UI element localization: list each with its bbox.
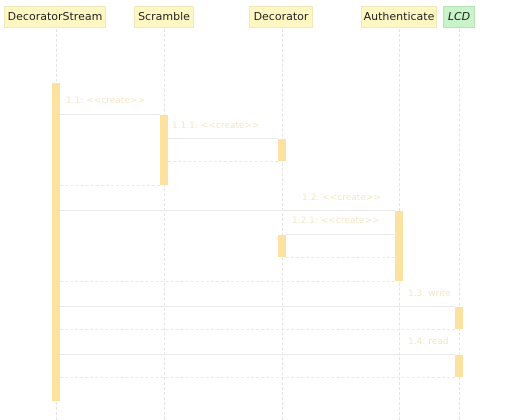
message-arrow: [60, 306, 455, 307]
activation-lcd-2: [455, 355, 463, 377]
participant-decoratorstream[interactable]: DecoratorStream: [4, 6, 106, 28]
message-label: 1.1: <<create>>: [66, 96, 145, 106]
message-arrow: [286, 234, 395, 235]
participant-decorator[interactable]: Decorator: [249, 6, 313, 28]
message-label: 1.2.1: <<create>>: [292, 216, 380, 226]
lifeline-decorator: [282, 29, 283, 420]
return-arrow: [168, 161, 278, 162]
return-arrow: [60, 185, 160, 186]
activation-scramble: [160, 115, 168, 185]
activation-decoratorstream: [52, 83, 60, 401]
activation-decorator-1: [278, 139, 286, 161]
return-arrow: [286, 257, 395, 258]
participant-lcd[interactable]: LCD: [443, 6, 475, 28]
message-arrow: [168, 138, 278, 139]
activation-authenticate: [395, 211, 403, 281]
message-arrow: [60, 354, 455, 355]
activation-decorator-2: [278, 235, 286, 257]
return-arrow: [60, 329, 455, 330]
message-arrow: [60, 210, 395, 211]
message-label: 1.3: write: [408, 289, 451, 299]
message-label: 1.4: read: [408, 337, 449, 347]
message-arrow: [60, 114, 160, 115]
return-arrow: [60, 281, 395, 282]
lifeline-scramble: [164, 29, 165, 420]
activation-lcd-1: [455, 307, 463, 329]
return-arrow: [60, 377, 455, 378]
message-label: 1.2: <<create>>: [302, 193, 381, 203]
message-label: 1.1.1: <<create>>: [172, 121, 260, 131]
participant-scramble[interactable]: Scramble: [134, 6, 194, 28]
participant-authenticate[interactable]: Authenticate: [361, 6, 437, 28]
